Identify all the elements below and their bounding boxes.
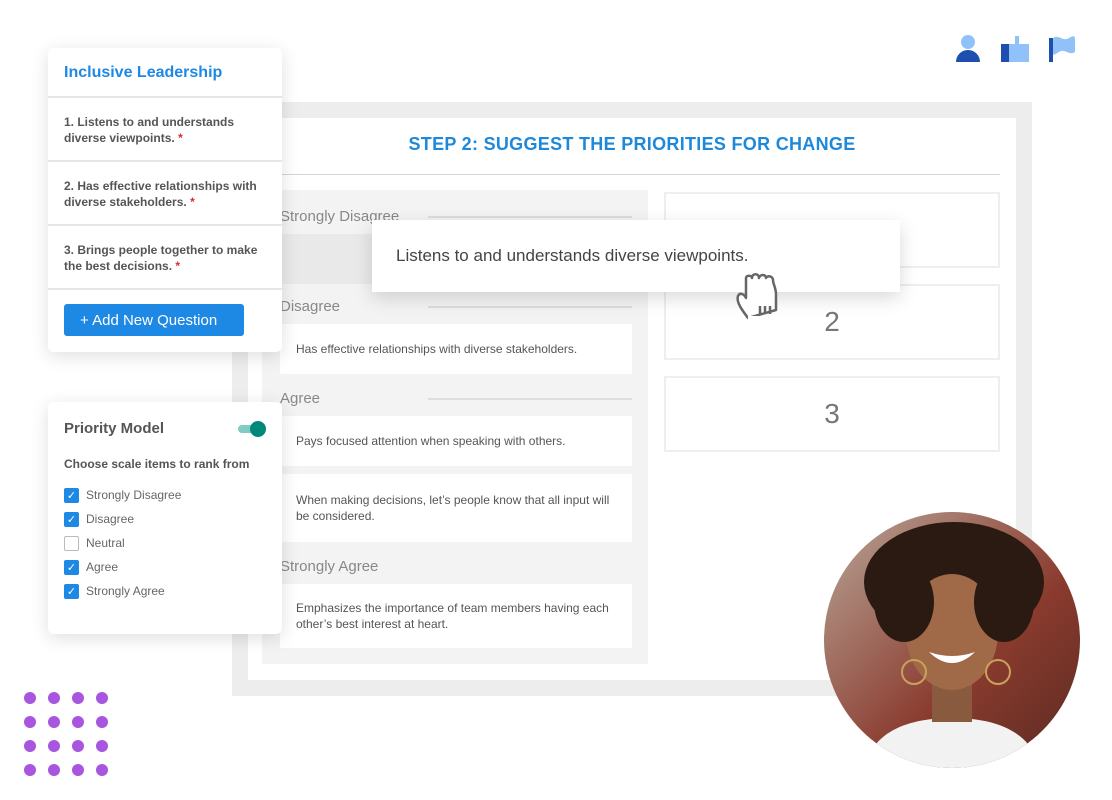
priority-slot-2[interactable]: 2 [664,284,1000,360]
questions-panel: Inclusive Leadership 1. Listens to and u… [48,48,282,352]
question-item[interactable]: 1. Listens to and understands diverse vi… [48,98,282,162]
required-mark: * [178,131,183,145]
checkbox-neutral[interactable]: Neutral [64,531,266,555]
checkbox-checked-icon: ✓ [64,511,79,527]
question-text: 3. Brings people together to make the be… [64,243,258,273]
divider [428,398,632,400]
priority-slot-3[interactable]: 3 [664,376,1000,452]
draggable-item[interactable]: Pays focused attention when speaking wit… [280,416,632,466]
question-item[interactable]: 3. Brings people together to make the be… [48,226,282,290]
flag-icon[interactable] [1049,36,1077,62]
dot [48,764,60,776]
category-disagree: Disagree [280,298,341,315]
dot [72,716,84,728]
checkbox-checked-icon: ✓ [64,487,79,503]
divider [428,306,632,308]
checkbox-label: Disagree [86,512,135,526]
user-icon[interactable] [955,34,981,62]
dot [96,764,108,776]
checkbox-unchecked-icon [64,535,79,551]
dot [24,716,36,728]
add-question-button[interactable]: + Add New Question [64,304,244,336]
subtitle: Choose scale items to rank from [64,457,250,471]
priority-toggle[interactable] [238,420,266,437]
checkbox-strongly-disagree[interactable]: ✓ Strongly Disagree [64,483,266,507]
dot [96,740,108,752]
dot [96,716,108,728]
dot [48,716,60,728]
thumbs-up-icon[interactable] [1001,34,1031,62]
draggable-item[interactable]: When making decisions, let’s people know… [280,474,632,542]
panel-title: Inclusive Leadership [48,48,282,98]
grab-cursor-icon [736,273,778,322]
checkbox-checked-icon: ✓ [64,583,79,599]
dot [24,692,36,704]
question-item[interactable]: 2. Has effective relationships with dive… [48,162,282,226]
panel-title: Priority Model [64,420,165,437]
dot [48,692,60,704]
dot [24,764,36,776]
priority-model-panel: Priority Model Choose scale items to ran… [48,402,282,634]
checkbox-label: Strongly Agree [86,584,165,598]
required-mark: * [190,195,195,209]
required-mark: * [175,259,181,273]
checkbox-label: Strongly Disagree [86,488,182,502]
dot [72,740,84,752]
dragging-item[interactable]: Listens to and understands diverse viewp… [372,220,900,292]
dot [24,740,36,752]
draggable-item[interactable]: Has effective relationships with diverse… [280,324,632,374]
checkbox-label: Agree [86,560,119,574]
dot [72,692,84,704]
checkbox-strongly-agree[interactable]: ✓ Strongly Agree [64,579,266,603]
dot [72,764,84,776]
user-portrait-photo [824,512,1080,768]
category-strongly-agree: Strongly Agree [280,558,379,575]
page-title: STEP 2: SUGGEST THE PRIORITIES FOR CHANG… [408,134,856,154]
checkbox-agree[interactable]: ✓ Agree [64,555,266,579]
divider [280,174,1000,175]
dot [96,692,108,704]
checkbox-label: Neutral [86,536,125,550]
checkbox-disagree[interactable]: ✓ Disagree [64,507,266,531]
draggable-item[interactable]: Emphasizes the importance of team member… [280,584,632,648]
checkbox-checked-icon: ✓ [64,559,79,575]
dot [48,740,60,752]
decorative-dots [24,692,114,782]
divider [428,216,632,218]
question-text: 2. Has effective relationships with dive… [64,179,257,209]
category-agree: Agree [280,390,321,407]
question-text: 1. Listens to and understands diverse vi… [64,115,235,145]
